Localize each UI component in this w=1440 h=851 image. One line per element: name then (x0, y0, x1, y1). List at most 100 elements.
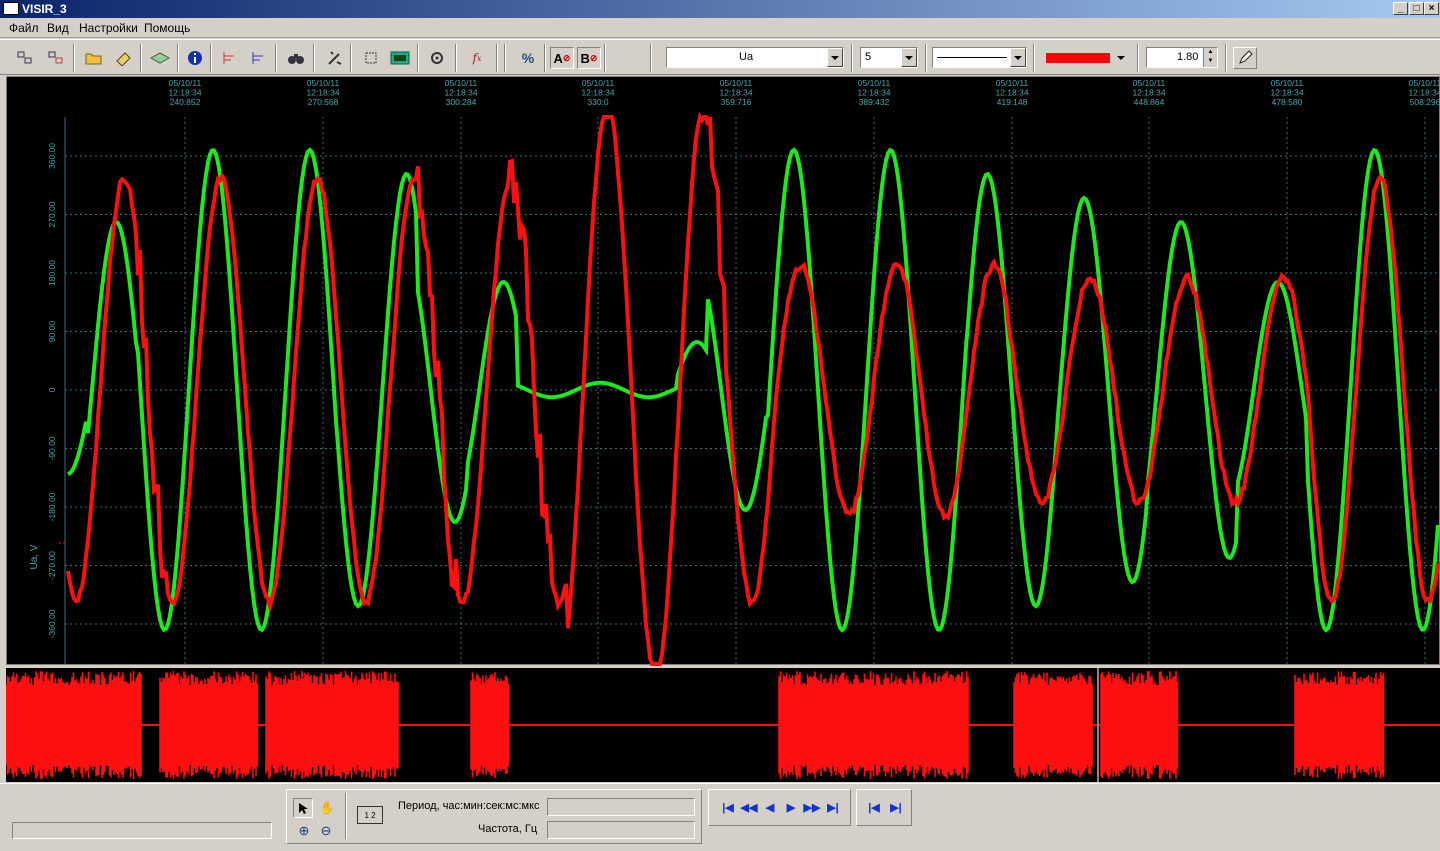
separator (417, 44, 419, 72)
separator (350, 44, 352, 72)
time-tick-label: 05/10/11 (1133, 78, 1166, 88)
info-icon[interactable] (183, 47, 207, 69)
separator (455, 44, 457, 72)
line-style-select[interactable] (932, 47, 1027, 68)
y-axis-label: Ua, V (29, 544, 40, 569)
chevron-down-icon[interactable] (1010, 48, 1026, 67)
pencil-icon[interactable] (1233, 47, 1257, 69)
time-tick-label: 389:432 (859, 97, 890, 107)
time-tick-label: 05/10/11 (720, 78, 753, 88)
close-button[interactable]: × (1424, 2, 1439, 15)
measurement-panel: ✋ ⊕ ⊖ 1 2 Период, час:мин:сек:мс:мкс Час… (286, 789, 702, 844)
minimize-button[interactable]: _ (1393, 2, 1408, 15)
frequency-label: Частота, Гц (478, 823, 538, 835)
zoom-out-icon[interactable]: ⊖ (317, 822, 335, 840)
separator (1225, 44, 1227, 72)
channels-remove-icon[interactable] (44, 47, 68, 69)
menu-view[interactable]: Вид (47, 21, 69, 35)
overview-strip[interactable] (5, 668, 1440, 782)
time-tick-label: 05/10/11 (1271, 78, 1304, 88)
step-back-icon[interactable]: ◀ (761, 798, 779, 816)
color-swatch (1046, 53, 1110, 63)
value-tick-label: -360.00 (47, 609, 57, 638)
last-frame-icon[interactable]: ▶| (824, 798, 842, 816)
oscillogram-plot[interactable]: 05/10/11 12:18:34 240:852 05/10/11 12:18:34 2… (6, 76, 1440, 666)
percent-icon[interactable]: % (516, 47, 540, 69)
time-tick-label: 12:18:34 (1132, 88, 1165, 98)
time-tick-label: 05/10/11 (858, 78, 891, 88)
chevron-down-icon[interactable] (827, 48, 843, 67)
marker-b-icon[interactable]: B ⊘ (577, 47, 601, 69)
separator (345, 793, 347, 839)
scale-spinner[interactable]: 1.80 ▲ ▼ (1146, 47, 1218, 68)
separator (177, 44, 179, 72)
ruler-icon[interactable]: 1 2 (357, 806, 383, 824)
time-tick-label: 12:18:34 (995, 88, 1028, 98)
time-tick-label: 12:18:34 (581, 88, 614, 98)
separator (210, 44, 212, 72)
time-tick-label: 12:18:34 (719, 88, 752, 98)
spinner-arrows[interactable]: ▲ ▼ (1203, 48, 1217, 67)
gear-icon[interactable] (425, 47, 449, 69)
zoom-in-icon[interactable]: ⊕ (295, 822, 313, 840)
menu-settings[interactable]: Настройки (79, 21, 138, 35)
menu-help[interactable]: Помощь (144, 21, 190, 35)
window-title: VISIR_3 (22, 2, 67, 16)
time-tick-label: 330:0 (587, 97, 609, 107)
time-tick-label: 359:716 (721, 97, 752, 107)
app-icon (3, 2, 19, 15)
channels-icon[interactable] (13, 47, 37, 69)
cursor-left-icon[interactable] (217, 47, 241, 69)
time-tick-label: 05/10/11 (169, 78, 202, 88)
layers-icon[interactable] (148, 47, 172, 69)
separator (504, 44, 506, 72)
open-folder-icon[interactable] (82, 47, 106, 69)
maximize-button[interactable]: □ (1409, 2, 1424, 15)
chip-icon[interactable] (388, 47, 412, 69)
binoculars-icon[interactable] (284, 47, 308, 69)
hand-icon[interactable]: ✋ (317, 798, 337, 818)
function-icon[interactable]: fx (465, 47, 489, 69)
menu-file[interactable]: Файл (9, 21, 39, 35)
fast-rewind-icon[interactable]: ◀◀ (740, 798, 758, 816)
time-tick-label: 12:18:34 (857, 88, 890, 98)
line-style-preview (937, 57, 1007, 58)
fast-forward-icon[interactable]: ▶▶ (803, 798, 821, 816)
title-bar: VISIR_3 _ □ × (0, 0, 1440, 18)
prev-marker-icon[interactable]: |◀ (865, 798, 883, 816)
color-select[interactable] (1040, 49, 1132, 67)
value-tick-label: -90.00 (47, 436, 57, 460)
time-tick-label: 508:296 (1410, 97, 1440, 107)
marker-a-icon[interactable]: A ⊘ (550, 47, 574, 69)
chevron-down-icon[interactable] (1117, 56, 1125, 60)
time-tick-label: 478:580 (1272, 97, 1303, 107)
separator (496, 44, 498, 72)
channel-select[interactable]: Ua (666, 47, 844, 68)
plot-canvas[interactable]: 05/10/1112:18:34240:85205/10/1112:18:342… (7, 77, 1440, 666)
time-tick-label: 12:18:34 (306, 88, 339, 98)
separator (1137, 44, 1139, 72)
select-region-icon[interactable] (359, 47, 383, 69)
eraser-icon[interactable] (111, 47, 135, 69)
next-marker-icon[interactable]: ▶| (887, 798, 905, 816)
value-tick-label: 0 (47, 387, 57, 392)
play-icon[interactable]: ▶ (782, 798, 800, 816)
cursor-nav-panel: |◀ ▶| (856, 789, 912, 826)
value-tick-label: -180.00 (47, 492, 57, 521)
chevron-down-icon[interactable] (901, 48, 917, 67)
separator (313, 44, 315, 72)
line-width-select[interactable]: 5 (860, 47, 918, 68)
time-tick-label: 05/10/11 (307, 78, 340, 88)
first-frame-icon[interactable]: |◀ (719, 798, 737, 816)
value-tick-label: 360.00 (47, 143, 57, 169)
cursor-right-icon[interactable] (246, 47, 270, 69)
separator (1033, 44, 1035, 72)
value-tick-label: -270.00 (47, 551, 57, 580)
pointer-icon[interactable] (293, 798, 313, 818)
value-tick-label: 90.00 (47, 321, 57, 343)
time-tick-label: 12:18:34 (1270, 88, 1303, 98)
time-tick-label: 300:284 (446, 97, 477, 107)
time-tick-label: 12:18:34 (1408, 88, 1440, 98)
tools-icon[interactable] (323, 47, 347, 69)
overview-canvas[interactable] (5, 668, 1440, 782)
